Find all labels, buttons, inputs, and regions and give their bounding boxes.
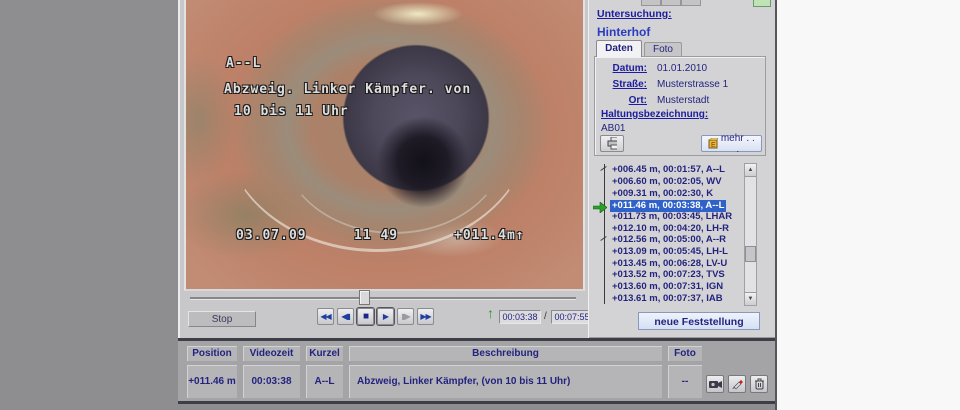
step-forward-icon: ▮▶ — [401, 312, 410, 321]
inspection-video-frame[interactable]: A--L Abzweig. Linker Kämpfer. von 10 bis… — [184, 0, 585, 291]
edit-pen-icon — [731, 378, 743, 390]
video-seek-track[interactable] — [190, 297, 576, 300]
cropped-toolbar-button[interactable] — [681, 0, 701, 6]
osd-position: +011.4m↑ — [454, 228, 525, 243]
osd-clock: 11 49 — [354, 228, 398, 243]
untersuchung-link[interactable]: Untersuchung: — [597, 8, 672, 20]
scroll-down-icon[interactable]: ▼ — [745, 292, 756, 305]
strasse-value: Musterstrasse 1 — [657, 79, 728, 90]
play-button[interactable]: ▶ — [377, 308, 394, 325]
time-separator: / — [544, 311, 547, 322]
ort-label[interactable]: Ort: — [595, 95, 647, 106]
camera-icon — [709, 379, 722, 389]
stop-playback-button[interactable]: ■ — [357, 308, 374, 325]
right-empty-area — [775, 0, 960, 410]
finding-list-item[interactable]: +006.60 m, 00:02:05, WV — [610, 176, 724, 188]
datum-value: 01.01.2010 — [657, 63, 707, 74]
current-time-display: 00:03:38 — [499, 310, 541, 324]
edit-finding-button[interactable] — [728, 375, 746, 393]
fast-forward-button[interactable]: ▶▶ — [417, 308, 434, 325]
cell-kurzel: A--L — [306, 365, 343, 398]
cropped-toolbar-button[interactable] — [753, 0, 771, 7]
column-header-foto[interactable]: Foto — [668, 346, 702, 361]
haltungsbezeichnung-value: AB01 — [601, 123, 625, 134]
rewind-icon: ◀◀ — [320, 312, 330, 321]
transport-buttons: ◀◀ ◀▮ ■ ▶ ▮▶ ▶▶ — [317, 308, 434, 325]
cell-position: +011.46 m — [187, 365, 237, 398]
scroll-up-icon[interactable]: ▲ — [745, 164, 756, 177]
print-button[interactable] — [600, 135, 624, 152]
finding-list-item[interactable]: +009.31 m, 00:02:30, K — [610, 188, 715, 200]
datum-label[interactable]: Datum: — [595, 63, 647, 74]
osd-code: A--L — [226, 56, 261, 71]
cell-beschreibung[interactable]: Abzweig, Linker Kämpfer, (von 10 bis 11 … — [349, 365, 662, 398]
column-header-beschreibung[interactable]: Beschreibung — [349, 346, 662, 361]
findings-scrollbar[interactable]: ▲ ▼ — [744, 163, 757, 306]
step-back-icon: ◀▮ — [341, 312, 350, 321]
printer-icon — [607, 137, 617, 150]
osd-text-line2: Abzweig. Linker Kämpfer. von — [224, 82, 471, 97]
step-back-button[interactable]: ◀▮ — [337, 308, 354, 325]
video-panel: A--L Abzweig. Linker Kämpfer. von 10 bis… — [178, 0, 588, 338]
finding-list-item[interactable]: +013.09 m, 00:05:45, LH-L — [610, 246, 730, 258]
finding-list-item[interactable]: +013.60 m, 00:07:31, IGN — [610, 281, 725, 293]
finding-list-item[interactable]: +011.73 m, 00:03:45, LHAR — [610, 211, 734, 223]
photo-capture-button[interactable] — [706, 375, 724, 393]
finding-detail-table: Position Videozeit Kurzel Beschreibung F… — [178, 338, 775, 404]
pipe-profile-line — [604, 164, 605, 304]
video-seek-thumb[interactable] — [359, 290, 370, 305]
step-forward-button[interactable]: ▮▶ — [397, 308, 414, 325]
haltungsbezeichnung-label[interactable]: Haltungsbezeichnung: — [601, 109, 708, 120]
svg-text:E: E — [711, 142, 716, 149]
cropped-toolbar-button[interactable] — [661, 0, 681, 6]
scrollbar-thumb[interactable] — [745, 246, 756, 262]
inspection-panel: Untersuchung: Hinterhof Daten Foto Datum… — [588, 0, 775, 338]
delete-finding-button[interactable] — [750, 375, 768, 393]
daten-groupbox: Datum: 01.01.2010 Straße: Musterstrasse … — [594, 56, 766, 156]
cell-foto: -- — [668, 365, 702, 398]
mehr-button[interactable]: E mehr . . . — [701, 135, 762, 152]
finding-list-item[interactable]: +013.61 m, 00:07:37, IAB — [610, 293, 725, 305]
trash-icon — [754, 378, 765, 390]
play-icon: ▶ — [383, 312, 388, 321]
stop-button[interactable]: Stop — [188, 311, 256, 327]
details-box-icon: E — [708, 138, 718, 149]
column-header-position[interactable]: Position — [187, 346, 237, 361]
mehr-button-label: mehr . . . — [721, 133, 755, 155]
osd-text-line3: 10 bis 11 Uhr — [234, 104, 349, 119]
current-finding-arrow-icon — [593, 200, 607, 218]
site-name: Hinterhof — [597, 25, 650, 39]
column-header-videozeit[interactable]: Videozeit — [243, 346, 300, 361]
finding-list-item[interactable]: +013.52 m, 00:07:23, TVS — [610, 269, 727, 281]
finding-list-item[interactable]: +012.56 m, 00:05:00, A--R — [610, 234, 728, 246]
cell-videozeit: 00:03:38 — [243, 365, 300, 398]
strasse-label[interactable]: Straße: — [595, 79, 647, 90]
position-up-arrow-icon: ↑ — [487, 305, 494, 321]
total-time-display: 00:07:55 — [551, 310, 593, 324]
stop-square-icon: ■ — [363, 311, 368, 322]
finding-list-item[interactable]: +006.45 m, 00:01:57, A--L — [610, 164, 727, 176]
app-window: A--L Abzweig. Linker Kämpfer. von 10 bis… — [0, 0, 960, 410]
column-header-kurzel[interactable]: Kurzel — [306, 346, 343, 361]
fast-forward-icon: ▶▶ — [420, 312, 430, 321]
ort-value: Musterstadt — [657, 95, 709, 106]
neue-feststellung-button[interactable]: neue Feststellung — [638, 312, 760, 330]
osd-date: 03.07.09 — [236, 228, 307, 243]
tab-foto[interactable]: Foto — [644, 42, 682, 57]
rewind-button[interactable]: ◀◀ — [317, 308, 334, 325]
tab-daten[interactable]: Daten — [596, 40, 642, 57]
cropped-toolbar-button[interactable] — [641, 0, 661, 6]
